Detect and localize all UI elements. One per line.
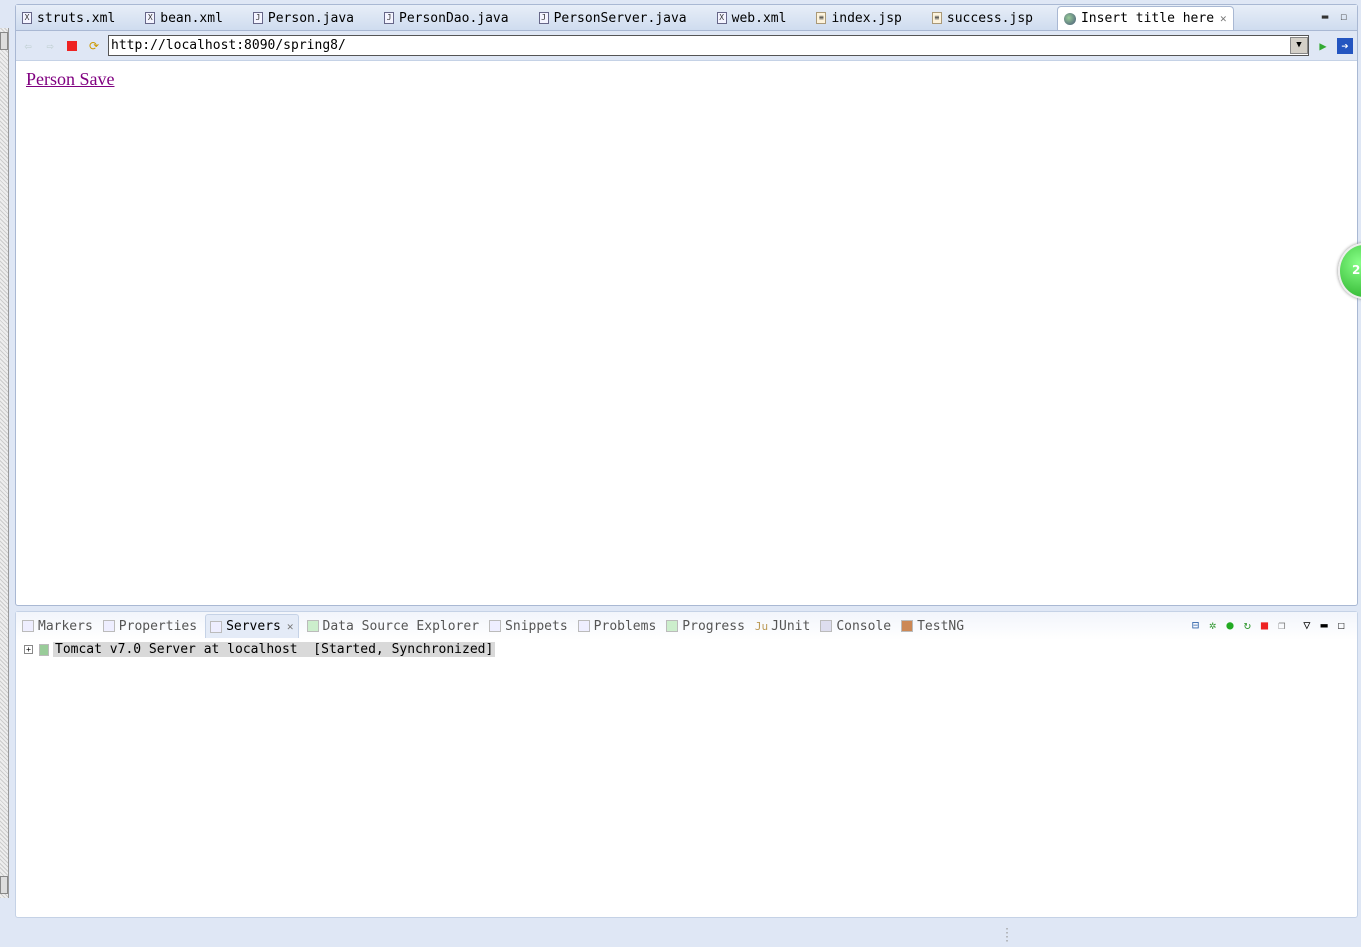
tab-servers[interactable]: Servers ✕ xyxy=(205,614,299,638)
view-tabs: Markers Properties Servers ✕ Data Source … xyxy=(16,612,1357,640)
tab-label: Progress xyxy=(682,618,745,634)
progress-icon xyxy=(666,620,679,632)
tab-insert-title-here[interactable]: Insert title here ✕ xyxy=(1056,6,1234,30)
properties-icon xyxy=(102,620,115,632)
problems-icon xyxy=(577,620,590,632)
minimize-icon[interactable]: ▬ xyxy=(1321,618,1328,632)
tab-index-jsp[interactable]: ≡ index.jsp xyxy=(810,6,907,30)
browser-editor: Xstruts.xml Xbean.xml J Person.java J Pers… xyxy=(15,4,1358,606)
tab-label: Servers xyxy=(226,619,281,634)
tab-label: PersonServer.java xyxy=(553,10,687,26)
tab-progress[interactable]: Progress xyxy=(664,614,747,638)
tab-label: Markers xyxy=(38,618,93,634)
refresh-icon[interactable]: ⟳ xyxy=(86,38,102,54)
snippets-icon xyxy=(489,620,502,632)
close-icon[interactable]: ✕ xyxy=(287,620,294,633)
jsp-file-icon: ≡ xyxy=(931,12,942,24)
tab-label: Problems xyxy=(593,618,657,634)
jsp-file-icon: ≡ xyxy=(816,12,827,24)
profile-icon[interactable]: ↻ xyxy=(1244,618,1251,632)
tab-snippets[interactable]: Snippets xyxy=(487,614,570,638)
tab-label: Data Source Explorer xyxy=(322,618,480,634)
console-icon xyxy=(820,620,833,632)
tab-label: struts.xml xyxy=(37,10,116,26)
testng-icon xyxy=(901,620,914,632)
eclipse-icon[interactable]: ➔ xyxy=(1337,37,1353,54)
tab-testng[interactable]: TestNG xyxy=(899,614,966,638)
tab-struts-xml[interactable]: Xstruts.xml xyxy=(16,6,121,30)
scroll-down-button[interactable] xyxy=(0,876,8,894)
xml-file-icon: X xyxy=(145,12,156,24)
tab-label: Insert title here xyxy=(1080,11,1215,26)
view-menu-icon[interactable]: ▽ xyxy=(1303,618,1310,632)
person-save-link[interactable]: Person Save xyxy=(26,69,115,89)
globe-icon xyxy=(1063,12,1076,25)
tab-problems[interactable]: Problems xyxy=(576,614,659,638)
java-file-icon: J xyxy=(252,12,263,24)
go-icon[interactable]: ▶ xyxy=(1315,38,1331,54)
tab-label: Properties xyxy=(118,618,198,634)
scroll-up-button[interactable] xyxy=(0,32,8,50)
tab-label: success.jsp xyxy=(946,10,1033,26)
debug-icon[interactable]: ✲ xyxy=(1209,618,1216,632)
xml-file-icon: X xyxy=(716,12,727,24)
stop-icon[interactable] xyxy=(64,38,80,54)
server-icon xyxy=(39,643,49,656)
tab-label: TestNG xyxy=(917,618,965,634)
tab-bean-xml[interactable]: Xbean.xml xyxy=(139,6,229,30)
tab-label: bean.xml xyxy=(160,10,223,26)
server-status: [Started, Synchronized] xyxy=(313,642,494,657)
expand-icon[interactable]: + xyxy=(24,645,33,654)
left-scrollbar[interactable] xyxy=(0,28,9,898)
tab-web-xml[interactable]: Xweb.xml xyxy=(711,6,793,30)
tab-label: web.xml xyxy=(731,10,787,26)
maximize-icon[interactable]: ☐ xyxy=(1338,618,1345,632)
markers-icon xyxy=(22,620,34,632)
tab-label: index.jsp xyxy=(831,10,902,26)
tab-properties[interactable]: Properties xyxy=(101,614,199,638)
java-file-icon: J xyxy=(384,12,394,24)
tab-label: Console xyxy=(836,618,892,634)
resize-grip[interactable]: · · · · xyxy=(1004,925,1010,947)
server-name: Tomcat v7.0 Server at localhost xyxy=(55,642,298,657)
tab-success-jsp[interactable]: ≡ success.jsp xyxy=(926,6,1039,30)
close-icon[interactable]: ✕ xyxy=(1220,12,1227,25)
maximize-icon[interactable]: ☐ xyxy=(1340,10,1347,23)
database-icon xyxy=(306,620,319,632)
servers-panel: Markers Properties Servers ✕ Data Source … xyxy=(15,611,1358,918)
tab-label: Person.java xyxy=(267,10,354,26)
collapse-all-icon[interactable]: ⊟ xyxy=(1192,618,1199,632)
back-icon[interactable]: ⇦ xyxy=(20,38,36,54)
url-text: http://localhost:8090/spring8/ xyxy=(111,38,346,53)
publish-icon[interactable]: ❐ xyxy=(1278,618,1285,632)
tab-personserver-java[interactable]: J PersonServer.java xyxy=(533,6,693,30)
server-row[interactable]: + Tomcat v7.0 Server at localhost [Start… xyxy=(16,640,1357,659)
tab-label: JUnit xyxy=(771,618,811,634)
servers-icon xyxy=(210,620,223,633)
tab-label: PersonDao.java xyxy=(399,10,509,26)
tab-console[interactable]: Console xyxy=(818,614,893,638)
tab-junit[interactable]: Ju JUnit xyxy=(753,614,812,638)
start-server-icon[interactable]: ● xyxy=(1226,618,1233,632)
junit-icon: Ju xyxy=(754,619,769,633)
java-file-icon: J xyxy=(538,12,549,24)
minimize-icon[interactable]: ▬ xyxy=(1322,10,1329,23)
tab-person-java[interactable]: J Person.java xyxy=(247,6,360,30)
browser-toolbar: ⇦ ⇨ ⟳ http://localhost:8090/spring8/▼ ▶ … xyxy=(16,31,1357,61)
url-input[interactable]: http://localhost:8090/spring8/ ▼ xyxy=(108,35,1309,56)
chevron-down-icon[interactable]: ▼ xyxy=(1290,37,1308,54)
tab-markers[interactable]: Markers xyxy=(20,614,95,638)
tab-persondao-java[interactable]: J PersonDao.java xyxy=(378,6,515,30)
editor-tabs: Xstruts.xml Xbean.xml J Person.java J Pers… xyxy=(16,5,1357,31)
forward-icon[interactable]: ⇨ xyxy=(42,38,58,54)
tab-data-source-explorer[interactable]: Data Source Explorer xyxy=(305,614,482,638)
xml-file-icon: X xyxy=(22,12,32,24)
stop-server-icon[interactable]: ■ xyxy=(1261,618,1268,632)
tab-label: Snippets xyxy=(505,618,568,634)
